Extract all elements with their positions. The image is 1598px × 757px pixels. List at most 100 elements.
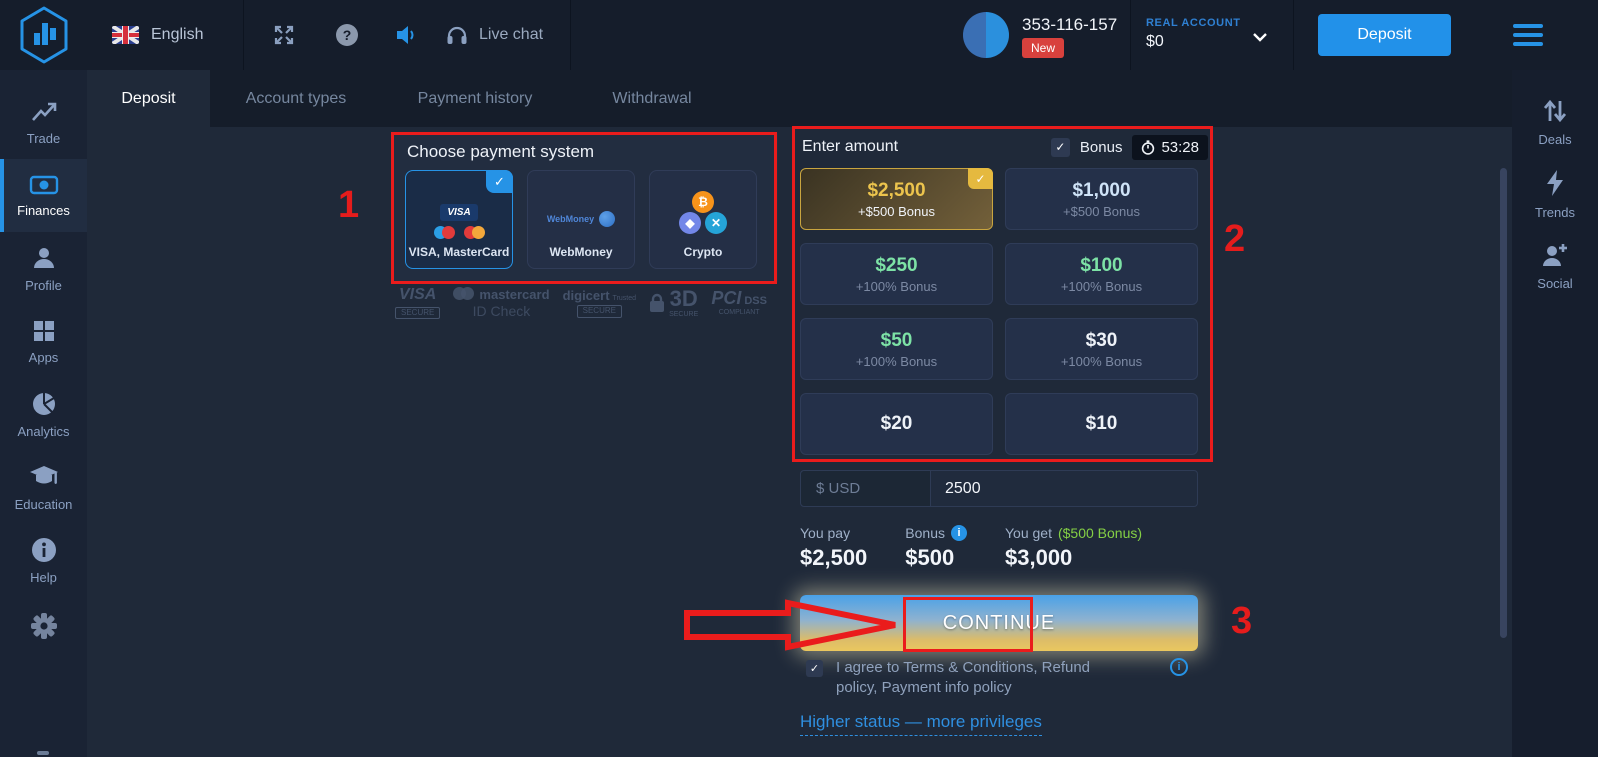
lightning-icon (1544, 169, 1566, 197)
mastercard-idcheck-badge: mastercard ID Check (453, 287, 549, 319)
speaker-icon (394, 23, 420, 47)
security-badges: VISA SECURE mastercard ID Check digicert… (395, 287, 767, 319)
ripple-icon: ✕ (705, 212, 727, 234)
sidebar-item-education[interactable]: Education (0, 451, 87, 524)
check-icon: ✓ (1055, 140, 1065, 154)
webmoney-globe-icon (599, 211, 615, 227)
amount-option-1000[interactable]: $1,000 +$500 Bonus (1005, 168, 1198, 230)
terms-checkbox[interactable]: ✓ (806, 660, 823, 677)
deposit-page: Choose payment system ✓ VISA VISA, Maste… (87, 127, 1512, 757)
uk-flag-icon (112, 26, 139, 44)
sound-toggle[interactable] (394, 0, 420, 70)
amount-options: ✓ $2,500 +$500 Bonus $1,000 +$500 Bonus … (800, 168, 1208, 455)
add-user-icon (1541, 242, 1569, 268)
fullscreen-button[interactable] (272, 0, 296, 70)
finances-icon (29, 174, 59, 196)
app-window: English ? Live chat (0, 0, 1598, 757)
divider (1130, 0, 1131, 70)
amount-input[interactable] (931, 471, 1197, 506)
question-mark-icon: ? (336, 24, 358, 46)
deposit-button[interactable]: Deposit (1318, 14, 1451, 56)
terms-info-icon[interactable]: i (1170, 658, 1188, 676)
terms-agreement: ✓ I agree to Terms & Conditions, Refund … (806, 658, 1206, 699)
sidebar-item-trends[interactable]: Trends (1535, 169, 1575, 220)
bitcoin-icon: ₿ (692, 191, 714, 213)
webmoney-logo: WebMoney (547, 214, 594, 224)
visa-logo: VISA (440, 204, 478, 221)
new-badge: New (1022, 38, 1064, 58)
amount-option-2500[interactable]: ✓ $2,500 +$500 Bonus (800, 168, 993, 230)
sidebar-item-analytics[interactable]: Analytics (0, 378, 87, 451)
divider (243, 0, 244, 70)
headset-icon (445, 23, 469, 47)
divider (570, 0, 571, 70)
right-sidebar: Deals Trends Social (1512, 70, 1598, 757)
sidebar-item-deals[interactable]: Deals (1538, 98, 1571, 147)
help-button[interactable]: ? (336, 0, 358, 70)
sidebar-partial-item (37, 751, 49, 755)
account-switcher[interactable] (1252, 29, 1268, 47)
bonus-label: Bonus (1080, 139, 1123, 156)
pci-dss-badge: PCIDSS COMPLIANT (711, 289, 767, 316)
sidebar-item-help[interactable]: Help (0, 524, 87, 597)
account-balance: $0 (1146, 33, 1164, 51)
bonus-summary: Bonusi $500 (905, 525, 967, 571)
sidebar-item-trade[interactable]: Trade (0, 86, 87, 159)
bonus-info-icon[interactable]: i (951, 525, 967, 541)
stopwatch-icon (1141, 140, 1155, 155)
terms-text: I agree to Terms & Conditions, Refund po… (836, 658, 1134, 699)
finance-tabs: Deposit Account types Payment history Wi… (87, 70, 1512, 127)
settings-button[interactable] (0, 597, 87, 655)
sidebar-item-profile[interactable]: Profile (0, 232, 87, 305)
continue-button[interactable]: CONTINUE (800, 595, 1198, 651)
analytics-icon (31, 391, 57, 417)
amount-option-20[interactable]: $20 (800, 393, 993, 455)
divider (1293, 0, 1294, 70)
scrollbar-thumb[interactable] (1500, 168, 1507, 638)
payment-system-section: Choose payment system ✓ VISA VISA, Maste… (393, 132, 778, 283)
info-icon (31, 537, 57, 563)
avatar[interactable] (963, 12, 1009, 58)
payment-method-webmoney[interactable]: WebMoney WebMoney (527, 170, 635, 269)
amount-option-30[interactable]: $30 +100% Bonus (1005, 318, 1198, 380)
payment-method-crypto[interactable]: ₿ ◆ ✕ Crypto (649, 170, 757, 269)
brand-logo-icon[interactable] (16, 6, 72, 64)
sidebar-item-finances[interactable]: Finances (0, 159, 87, 232)
sidebar-item-apps[interactable]: Apps (0, 305, 87, 378)
gear-icon (29, 611, 59, 641)
deals-icon (1542, 98, 1568, 124)
visa-secure-badge: VISA SECURE (395, 287, 440, 319)
account-type-label: REAL ACCOUNT (1146, 17, 1241, 29)
payment-method-label: WebMoney (549, 245, 612, 259)
payment-method-label: Crypto (684, 245, 723, 259)
amount-option-50[interactable]: $50 +100% Bonus (800, 318, 993, 380)
language-selector[interactable]: English (112, 0, 203, 70)
amount-input-row: $ USD (800, 470, 1198, 507)
payment-method-label: VISA, MasterCard (409, 245, 510, 259)
enter-amount-section: Enter amount ✓ Bonus 53:28 ✓ $2,500 +$50… (794, 127, 1214, 461)
deposit-summary: You pay $2,500 Bonusi $500 You get($500 … (800, 525, 1142, 571)
tab-deposit[interactable]: Deposit (87, 70, 210, 127)
amount-option-250[interactable]: $250 +100% Bonus (800, 243, 993, 305)
menu-button[interactable] (1513, 24, 1543, 46)
tab-withdrawal[interactable]: Withdrawal (568, 70, 736, 127)
live-chat-button[interactable]: Live chat (445, 0, 543, 70)
enter-amount-title: Enter amount (802, 138, 1041, 156)
tab-payment-history[interactable]: Payment history (382, 70, 568, 127)
bonus-timer: 53:28 (1132, 135, 1208, 160)
sidebar-item-social[interactable]: Social (1537, 242, 1572, 291)
payment-method-visa-mastercard[interactable]: ✓ VISA VISA, MasterCard (405, 170, 513, 269)
payment-system-title: Choose payment system (407, 142, 764, 162)
lock-icon (649, 293, 665, 313)
bonus-checkbox[interactable]: ✓ (1051, 138, 1070, 157)
ethereum-icon: ◆ (679, 212, 701, 234)
trade-icon (30, 100, 58, 124)
amount-option-100[interactable]: $100 +100% Bonus (1005, 243, 1198, 305)
you-get: You get($500 Bonus) $3,000 (1005, 525, 1142, 571)
amount-option-10[interactable]: $10 (1005, 393, 1198, 455)
account-id: 353-116-157 (1022, 15, 1117, 35)
topbar: English ? Live chat (0, 0, 1598, 70)
tab-account-types[interactable]: Account types (210, 70, 382, 127)
language-label: English (151, 26, 203, 44)
higher-status-link[interactable]: Higher status — more privileges (800, 712, 1042, 736)
